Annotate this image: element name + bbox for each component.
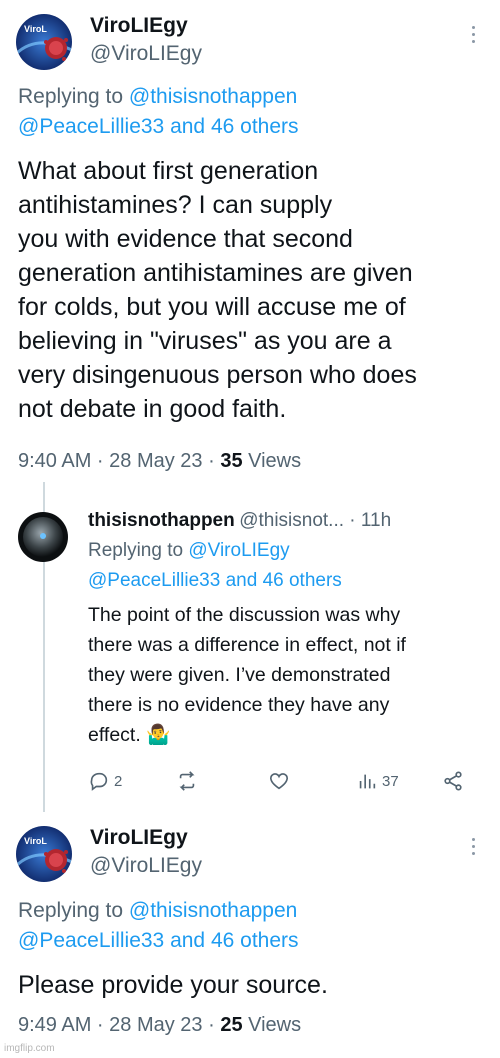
views-icon bbox=[359, 774, 376, 789]
virus-avatar-icon: ViroL bbox=[16, 14, 72, 70]
avatar[interactable]: ViroL bbox=[16, 14, 72, 70]
tweet-text-line: effect. 🤷‍♂️ bbox=[88, 724, 171, 746]
planet-avatar-icon bbox=[18, 512, 68, 562]
avatar[interactable]: ViroL bbox=[16, 826, 72, 882]
tweet-text-line: generation antihistamines are given bbox=[18, 259, 413, 287]
tweet-text-line: there was a difference in effect, not if bbox=[88, 634, 406, 656]
display-name[interactable]: thisisnothappen bbox=[88, 510, 235, 531]
retweet-icon bbox=[179, 771, 195, 791]
tweet-text-line: there is no evidence they have any bbox=[88, 694, 390, 716]
tweet-text: Please provide your source. bbox=[18, 971, 328, 999]
tweet-text-line: you with evidence that second bbox=[18, 225, 353, 253]
replying-to: Replying to @ViroLIEgy @PeaceLillie33 an… bbox=[88, 536, 342, 596]
tweet-text-line: very disingenuous person who does bbox=[18, 361, 417, 389]
timestamp[interactable]: 9:49 AM · 28 May 23 · bbox=[18, 1014, 220, 1036]
tweet-main: ViroL ViroLIEgy @ViroLIEgy Replying to @… bbox=[0, 812, 500, 1058]
display-name[interactable]: ViroLIEgy bbox=[90, 826, 188, 850]
watermark: imgflip.com bbox=[4, 1043, 55, 1054]
views-count: 35 bbox=[220, 450, 243, 472]
share-icon bbox=[444, 771, 462, 791]
views-label: Views bbox=[242, 1014, 302, 1036]
more-options-icon[interactable] bbox=[470, 26, 476, 48]
tweet-text: What about first generation antihistamin… bbox=[18, 154, 417, 426]
tweet-text-line: The point of the discussion was why bbox=[88, 604, 401, 626]
svg-text:ViroL: ViroL bbox=[24, 24, 47, 34]
timestamp[interactable]: 9:40 AM · 28 May 23 · bbox=[18, 450, 220, 472]
mention-others-link[interactable]: @PeaceLillie33 and 46 others bbox=[18, 929, 299, 952]
tweet-text-line: believing in "viruses" as you are a bbox=[18, 327, 392, 355]
views-label: Views bbox=[242, 450, 302, 472]
virus-avatar-icon: ViroL bbox=[16, 826, 72, 882]
share-button[interactable] bbox=[442, 770, 464, 792]
mention-link[interactable]: @thisisnothappen bbox=[129, 85, 297, 108]
tweet-text-line: What about first generation bbox=[18, 157, 319, 185]
replying-prefix: Replying to bbox=[88, 540, 189, 561]
tweet-main: ViroL ViroLIEgy @ViroLIEgy Replying to @… bbox=[0, 0, 500, 490]
tweet-meta: 9:49 AM · 28 May 23 · 25 Views bbox=[18, 1014, 301, 1037]
tweet-reply: thisisnothappen @thisisnot... · 11h Repl… bbox=[0, 490, 500, 810]
post-age: · 11h bbox=[344, 510, 392, 531]
tweet-text-line: not debate in good faith. bbox=[18, 395, 287, 423]
tweet-text-line: antihistamines? I can supply bbox=[18, 191, 333, 219]
views-count: 25 bbox=[220, 1014, 243, 1036]
replying-prefix: Replying to bbox=[18, 899, 129, 922]
reply-header: thisisnothappen @thisisnot... · 11h bbox=[88, 510, 391, 532]
like-icon bbox=[269, 773, 289, 790]
tweet-text-line: they were given. I’ve demonstrated bbox=[88, 664, 391, 686]
retweet-button[interactable] bbox=[176, 770, 202, 792]
mention-link[interactable]: @ViroLIEgy bbox=[188, 540, 289, 561]
handle[interactable]: @ViroLIEgy bbox=[90, 854, 202, 878]
handle[interactable]: @thisisnot... bbox=[239, 510, 344, 531]
views-button[interactable]: 37 bbox=[356, 770, 399, 792]
tweet-text-line: for colds, but you will accuse me of bbox=[18, 293, 406, 321]
like-button[interactable] bbox=[268, 770, 294, 792]
svg-text:ViroL: ViroL bbox=[24, 836, 47, 846]
display-name[interactable]: ViroLIEgy bbox=[90, 14, 188, 38]
mention-link[interactable]: @thisisnothappen bbox=[129, 899, 297, 922]
handle[interactable]: @ViroLIEgy bbox=[90, 42, 202, 66]
reply-count: 2 bbox=[114, 772, 123, 790]
tweet-text: The point of the discussion was why ther… bbox=[88, 600, 468, 750]
mention-others-link[interactable]: @PeaceLillie33 and 46 others bbox=[18, 115, 299, 138]
avatar[interactable] bbox=[18, 512, 68, 562]
replying-to: Replying to @thisisnothappen @PeaceLilli… bbox=[18, 82, 299, 142]
mention-others-link[interactable]: @PeaceLillie33 and 46 others bbox=[88, 570, 342, 591]
reply-icon bbox=[90, 772, 108, 791]
replying-to: Replying to @thisisnothappen @PeaceLilli… bbox=[18, 896, 299, 956]
replying-prefix: Replying to bbox=[18, 85, 129, 108]
reply-button[interactable]: 2 bbox=[88, 770, 122, 792]
view-count: 37 bbox=[382, 772, 399, 790]
tweet-meta: 9:40 AM · 28 May 23 · 35 Views bbox=[18, 450, 301, 473]
more-options-icon[interactable] bbox=[470, 838, 476, 860]
